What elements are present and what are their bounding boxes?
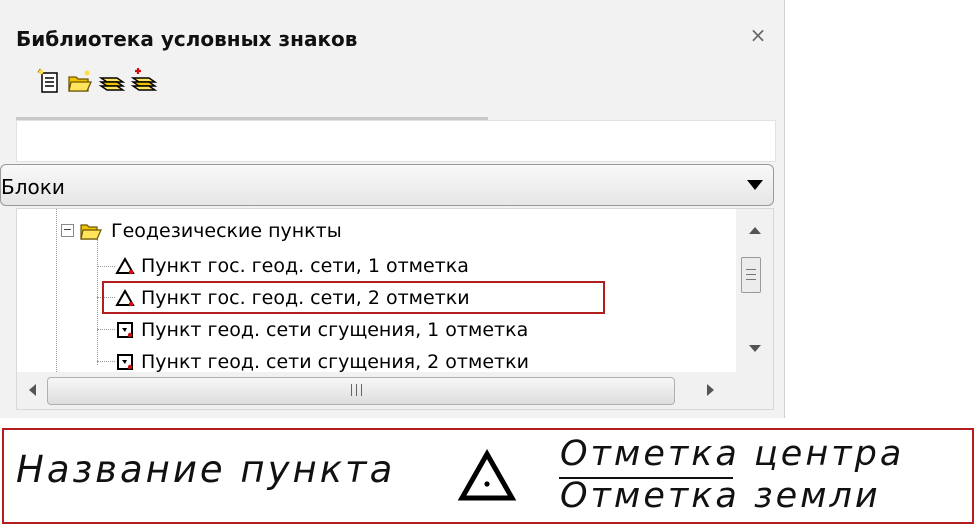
symbol-library-panel: Библиотека условных знаков × Блоки − Гео… — [0, 0, 785, 418]
vertical-scroll-thumb[interactable] — [741, 257, 761, 293]
scrollbar-corner — [736, 372, 773, 409]
category-dropdown[interactable]: Блоки — [0, 164, 774, 206]
new-library-icon[interactable] — [36, 68, 64, 96]
tree-guide-line — [56, 209, 57, 372]
tree-guide-line — [97, 239, 98, 365]
tree-guide-line — [97, 266, 115, 267]
open-folder-icon — [79, 219, 103, 245]
layers-add-icon[interactable] — [129, 68, 158, 96]
close-button[interactable]: × — [747, 24, 769, 46]
horizontal-scrollbar[interactable] — [17, 372, 773, 409]
search-input[interactable] — [16, 120, 776, 162]
tree-group-geodetic[interactable]: − Геодезические пункты — [61, 217, 421, 245]
tree-guide-line — [97, 361, 115, 362]
scroll-left-icon[interactable] — [29, 384, 36, 396]
scroll-up-icon[interactable] — [749, 227, 761, 234]
triangle-symbol-icon — [115, 256, 135, 279]
square-symbol-icon — [116, 321, 134, 343]
symbol-tree: − Геодезические пункты Пункт гос. геод. … — [16, 208, 774, 410]
layers-icon[interactable] — [97, 68, 126, 96]
tree-item-label: Пункт геод. сети сгущения, 1 отметка — [141, 319, 529, 341]
dropdown-selected-label: Блоки — [1, 175, 65, 199]
scroll-right-icon[interactable] — [707, 384, 714, 396]
tree-group-label: Геодезические пункты — [111, 220, 342, 242]
chevron-down-icon[interactable] — [747, 180, 763, 190]
scroll-down-icon[interactable] — [749, 345, 761, 352]
tree-guide-line — [97, 329, 115, 330]
vertical-scrollbar[interactable] — [736, 209, 773, 372]
tree-item[interactable]: Пункт гос. геод. сети, 1 отметка — [115, 252, 575, 280]
ground-elevation-label: Отметка земли — [560, 476, 881, 516]
center-elevation-label: Отметка центра — [560, 434, 905, 474]
geodetic-triangle-icon — [454, 444, 520, 514]
tree-item-label: Пункт гос. геод. сети, 1 отметка — [141, 255, 469, 277]
panel-title: Библиотека условных знаков — [16, 27, 358, 51]
open-folder-icon[interactable] — [66, 68, 94, 96]
selection-highlight-box — [102, 281, 605, 314]
collapse-icon[interactable]: − — [61, 224, 74, 237]
symbol-preview: Название пункта Отметка центра Отметка з… — [2, 428, 974, 524]
tree-item-label: Пункт геод. сети сгущения, 2 отметки — [141, 351, 529, 373]
tree-item[interactable]: Пункт геод. сети сгущения, 1 отметка — [115, 316, 615, 344]
point-name-label: Название пункта — [16, 448, 396, 491]
horizontal-scroll-thumb[interactable] — [47, 377, 675, 405]
